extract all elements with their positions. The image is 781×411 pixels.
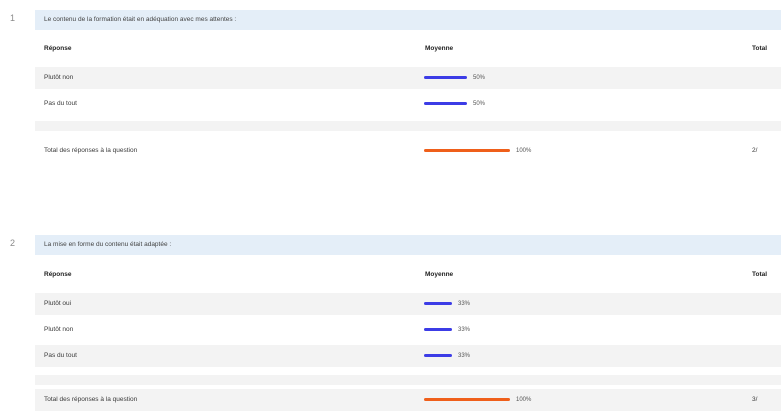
question-title: La mise en forme du contenu était adapté… xyxy=(35,235,781,255)
header-response: Réponse xyxy=(44,45,72,52)
average-bar xyxy=(424,354,452,357)
total-count: 2/ xyxy=(752,147,758,154)
total-bar xyxy=(424,149,510,152)
header-total: Total xyxy=(752,45,768,52)
header-response: Réponse xyxy=(44,271,72,278)
average-bar xyxy=(424,102,467,105)
average-percent: 33% xyxy=(458,301,471,307)
total-row: Total des réponses à la question 100% 2/ xyxy=(35,140,781,162)
table-row: Pas du tout 33% xyxy=(35,345,781,367)
table-spacer xyxy=(35,121,781,131)
table-row: Plutôt non 50% xyxy=(35,67,781,89)
table-row: Plutôt non 33% xyxy=(35,319,781,341)
average-percent: 50% xyxy=(473,101,486,107)
response-label: Plutôt non xyxy=(44,326,74,333)
total-bar xyxy=(424,398,510,401)
response-label: Plutôt oui xyxy=(44,300,72,307)
table-header: Réponse Moyenne Total xyxy=(35,264,781,286)
average-percent: 50% xyxy=(473,75,486,81)
question-title: Le contenu de la formation était en adéq… xyxy=(35,10,781,30)
header-average: Moyenne xyxy=(425,45,454,52)
total-label: Total des réponses à la question xyxy=(44,147,138,154)
average-bar xyxy=(424,76,467,79)
response-label: Plutôt non xyxy=(44,74,74,81)
header-average: Moyenne xyxy=(425,271,454,278)
table-spacer xyxy=(35,375,781,385)
average-percent: 33% xyxy=(458,353,471,359)
table-row: Pas du tout 50% xyxy=(35,93,781,115)
question-number: 1 xyxy=(10,13,16,23)
table-header: Réponse Moyenne Total xyxy=(35,38,781,60)
response-label: Pas du tout xyxy=(44,352,77,359)
average-percent: 33% xyxy=(458,327,471,333)
response-label: Pas du tout xyxy=(44,100,77,107)
question-number: 2 xyxy=(10,238,16,248)
average-bar xyxy=(424,302,452,305)
average-bar xyxy=(424,328,452,331)
header-total: Total xyxy=(752,271,768,278)
total-percent: 100% xyxy=(516,148,532,154)
table-row: Plutôt oui 33% xyxy=(35,293,781,315)
